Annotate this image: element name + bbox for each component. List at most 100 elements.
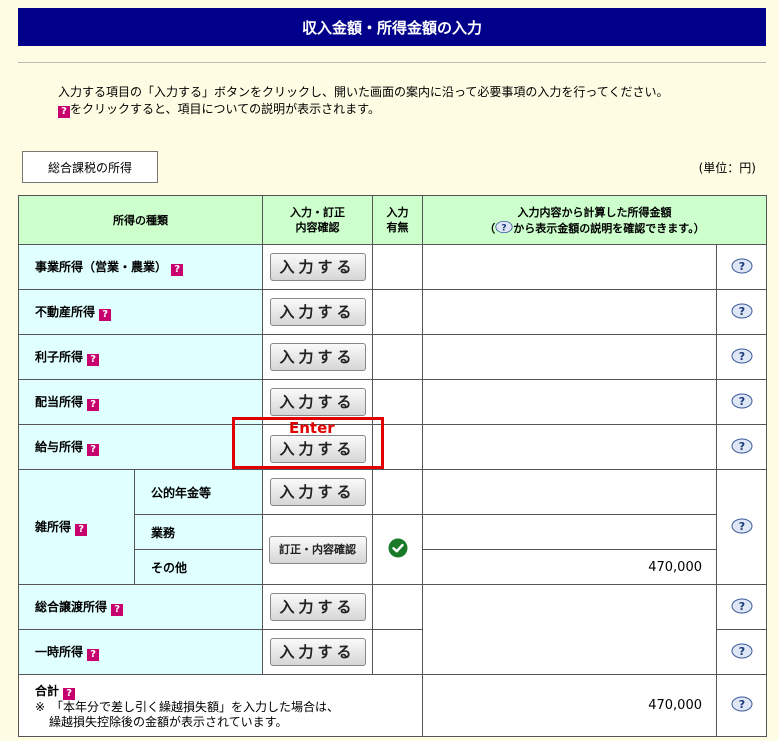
help-bubble-icon[interactable]: ?: [731, 598, 753, 614]
input-button-rishi[interactable]: 入力する: [269, 343, 366, 371]
row-label-misc: 雑所得 ?: [18, 469, 135, 585]
header-input-line2: 内容確認: [295, 221, 340, 234]
input-cell: 入力する: [262, 334, 373, 380]
row-label: 配当所得 ?: [18, 379, 263, 425]
help-bubble-icon[interactable]: ?: [731, 393, 753, 409]
row-label: 事業所得（営業・農業） ?: [18, 244, 263, 290]
help-question-icon[interactable]: ?: [87, 399, 100, 411]
tab-label: 総合課税の所得: [47, 160, 132, 175]
help-question-icon[interactable]: ?: [111, 604, 124, 616]
total-label-cell: 合計 ? ※ 「本年分で差し引く繰越損失額」を入力した場合は、 繰越損失控除後の…: [18, 674, 423, 737]
help-question-icon[interactable]: ?: [171, 264, 184, 276]
svg-text:?: ?: [738, 698, 744, 711]
row-label-text: 事業所得（営業・農業）: [35, 260, 168, 274]
help-question-icon[interactable]: ?: [99, 309, 112, 321]
row-label: 不動産所得 ?: [18, 289, 263, 335]
header-status-line2: 有無: [386, 221, 409, 234]
help-cell: ?: [716, 289, 767, 335]
svg-text:?: ?: [738, 395, 744, 408]
input-cell: 入力する: [262, 629, 373, 675]
input-cell: 入力する: [262, 584, 373, 630]
enter-annotation-label: Enter: [289, 419, 335, 437]
status-cell: [372, 584, 423, 630]
help-question-icon[interactable]: ?: [75, 524, 88, 536]
row-label: 一時所得 ?: [18, 629, 263, 675]
check-circle-icon: [388, 538, 407, 558]
table-row: 利子所得 ? 入力する ?: [18, 334, 767, 380]
row-label-text: 利子所得: [35, 350, 84, 364]
total-note-1: ※ 「本年分で差し引く繰越損失額」を入力した場合は、: [35, 699, 340, 714]
help-bubble-icon[interactable]: ?: [731, 643, 753, 659]
instruction-line-1: 入力する項目の「入力する」ボタンをクリックし、開いた画面の案内に沿って必要事項の…: [58, 85, 669, 99]
svg-text:?: ?: [738, 350, 744, 363]
header-input-line1: 入力・訂正: [290, 206, 345, 219]
status-cell: [372, 244, 423, 290]
amount-cell: [422, 424, 717, 470]
svg-text:?: ?: [738, 305, 744, 318]
row-label-text: 総合譲渡所得: [35, 600, 108, 614]
help-question-icon[interactable]: ?: [87, 649, 100, 661]
row-label-text: 雑所得: [35, 520, 72, 534]
help-question-icon[interactable]: ?: [87, 354, 100, 366]
svg-text:?: ?: [738, 520, 744, 533]
help-bubble-icon[interactable]: ?: [731, 303, 753, 319]
tab-sogo-kazei[interactable]: 総合課税の所得: [22, 151, 158, 183]
help-bubble-icon[interactable]: ?: [731, 258, 753, 274]
sub-label-other: その他: [134, 549, 263, 585]
help-cell: ?: [716, 334, 767, 380]
help-question-icon: ?: [58, 106, 70, 118]
table-row: 事業所得（営業・農業） ? 入力する ?: [18, 244, 767, 290]
instruction-line-2: ? をクリックすると、項目についての説明が表示されます。: [58, 101, 668, 118]
input-button-pension[interactable]: 入力する: [269, 478, 366, 506]
header-amount-line2: から表示金額の説明を確認できます。）: [513, 221, 705, 235]
svg-text:?: ?: [738, 440, 744, 453]
input-button-fudosan[interactable]: 入力する: [269, 298, 366, 326]
divider: [18, 62, 766, 63]
help-bubble-icon[interactable]: ?: [731, 348, 753, 364]
instruction-line-2-text: をクリックすると、項目についての説明が表示されます。: [70, 102, 380, 116]
help-bubble-icon[interactable]: ?: [731, 518, 753, 534]
table-row: 配当所得 ? 入力する ?: [18, 379, 767, 425]
input-cell: 入力する: [262, 289, 373, 335]
help-question-icon[interactable]: ?: [87, 444, 100, 456]
row-label: 給与所得 ?: [18, 424, 263, 470]
edit-confirm-button[interactable]: 訂正・内容確認: [268, 535, 367, 564]
help-cell: ?: [716, 379, 767, 425]
amount-cell: [422, 379, 717, 425]
help-cell: ?: [716, 674, 767, 737]
total-label-text: 合計: [35, 683, 60, 698]
amount-cell: [422, 244, 717, 290]
table-header-row: 所得の種類 入力・訂正内容確認 入力有無 入力内容から計算した所得金額 （? から表…: [18, 195, 767, 245]
page-title-text: 収入金額・所得金額の入力: [301, 18, 482, 37]
input-button-haito[interactable]: 入力する: [269, 388, 366, 416]
header-status-line1: 入力: [386, 206, 409, 219]
amount-cell: [422, 514, 717, 550]
header-amount: 入力内容から計算した所得金額 （? から表示金額の説明を確認できます。）: [422, 195, 767, 245]
amount-cell: [422, 584, 717, 675]
input-button-jigyo[interactable]: 入力する: [269, 253, 366, 281]
help-question-icon[interactable]: ?: [63, 687, 76, 700]
help-bubble-icon[interactable]: ?: [731, 696, 753, 712]
svg-text:?: ?: [738, 600, 744, 613]
table-row-total: 合計 ? ※ 「本年分で差し引く繰越損失額」を入力した場合は、 繰越損失控除後の…: [18, 674, 767, 737]
unit-label: (単位：円): [698, 161, 756, 175]
help-bubble-icon[interactable]: ?: [731, 438, 753, 454]
help-cell: ?: [716, 629, 767, 675]
amount-cell: [422, 334, 717, 380]
input-button-ichiji[interactable]: 入力する: [269, 638, 366, 666]
input-button-joto[interactable]: 入力する: [269, 593, 366, 621]
header-type: 所得の種類: [18, 195, 263, 245]
help-cell: ?: [716, 244, 767, 290]
row-label: 利子所得 ?: [18, 334, 263, 380]
sub-label-business: 業務: [134, 514, 263, 550]
amount-misc: 470,000: [422, 549, 717, 585]
header-amount-paren: （: [484, 221, 496, 235]
sub-label-pension: 公的年金等: [134, 469, 263, 515]
status-cell: [372, 334, 423, 380]
header-status: 入力 有無: [372, 195, 423, 245]
header-amount-line1: 入力内容から計算した所得金額: [517, 205, 672, 219]
help-bubble-icon: ?: [495, 220, 513, 233]
amount-total: 470,000: [422, 674, 717, 737]
income-table: 所得の種類 入力・訂正 内容確認 入力 有無 入力内容から計算した所得金額 （? から表…: [18, 195, 767, 737]
help-cell: ?: [716, 469, 767, 585]
